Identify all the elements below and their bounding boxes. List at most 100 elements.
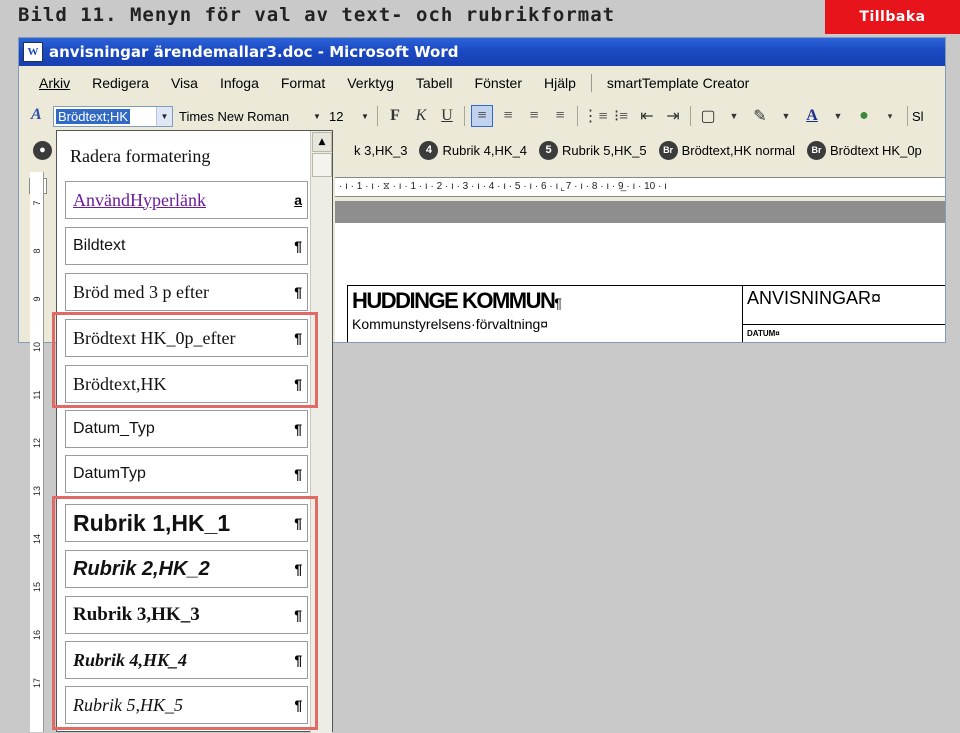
chevron-down-icon[interactable]: ▼ <box>357 107 373 126</box>
department-name: Kommunstyrelsens·förvaltning¤ <box>352 316 549 332</box>
chevron-down-icon[interactable]: ▼ <box>775 105 797 127</box>
size-combo[interactable]: 12 ▼ <box>327 106 373 127</box>
style-item-label: Brödtext,HK <box>73 373 167 394</box>
vruler-number: 12 <box>32 438 42 449</box>
decrease-indent-icon[interactable]: ⇤ <box>636 105 658 127</box>
vertical-ruler[interactable]: 7 8 9 10 11 12 13 14 15 16 17 <box>30 172 44 732</box>
style-shortcut-brodtext-normal[interactable]: Br Brödtext,HK normal <box>658 140 796 160</box>
globe-icon[interactable]: ● <box>853 105 875 127</box>
vruler-number: 8 <box>32 248 42 254</box>
style-combo[interactable]: Brödtext;HK ▼ <box>53 105 173 127</box>
scrollbar-thumb[interactable] <box>312 153 332 177</box>
style-item-brodtext-hk[interactable]: Brödtext,HK ¶ <box>65 365 308 403</box>
header-table: HUDDINGE KOMMUN¶ Kommunstyrelsens·förval… <box>347 285 945 342</box>
menu-verktyg[interactable]: Verktyg <box>336 75 405 91</box>
bold-button[interactable]: F <box>384 105 406 127</box>
paragraph-mark-icon: ¶ <box>294 561 302 577</box>
numbering-icon[interactable]: ⋮≡ <box>582 105 607 127</box>
highlight-icon[interactable]: ✎ <box>749 105 771 127</box>
increase-indent-icon[interactable]: ⇥ <box>662 105 684 127</box>
menu-smarttemplate[interactable]: smartTemplate Creator <box>596 75 760 91</box>
menu-infoga[interactable]: Infoga <box>209 75 270 91</box>
italic-button[interactable]: K <box>410 105 432 127</box>
body-text-icon: Br <box>807 140 827 160</box>
horizontal-ruler[interactable]: · ı · 1 · ı · ⧖ · ı · 1 · ı · 2 · ı · 3 … <box>335 177 945 197</box>
style-shortcut-label: Brödtext,HK normal <box>681 142 796 158</box>
document-page[interactable]: HUDDINGE KOMMUN¶ Kommunstyrelsens·förval… <box>335 223 945 342</box>
align-left-icon[interactable]: ≡ <box>471 105 493 127</box>
style-item-label: Rubrik 4,HK_4 <box>73 649 188 670</box>
style-item-rubrik5[interactable]: Rubrik 5,HK_5 ¶ <box>65 686 308 724</box>
style-shortcut-rubrik3[interactable]: k 3,HK_3 <box>354 143 407 158</box>
menu-visa[interactable]: Visa <box>160 75 209 91</box>
underline-button[interactable]: U <box>436 105 458 127</box>
chevron-down-icon[interactable]: ▼ <box>156 106 172 126</box>
back-button[interactable]: Tillbaka <box>825 0 960 34</box>
borders-icon[interactable]: ▢ <box>697 105 719 127</box>
font-combo-value: Times New Roman <box>179 108 290 124</box>
style-item-bildtext[interactable]: Bildtext ¶ <box>65 227 308 265</box>
menu-redigera[interactable]: Redigera <box>81 75 160 91</box>
vruler-number: 7 <box>32 200 42 206</box>
menu-fonster[interactable]: Fönster <box>464 75 533 91</box>
chevron-down-icon[interactable]: ▼ <box>723 105 745 127</box>
header-left-cell[interactable]: HUDDINGE KOMMUN¶ Kommunstyrelsens·förval… <box>348 286 743 342</box>
paragraph-mark-icon: ¶ <box>294 421 302 437</box>
style-item-datum-typ[interactable]: Datum_Typ ¶ <box>65 410 308 448</box>
heading-4-icon: 4 <box>419 140 439 160</box>
justify-icon[interactable]: ≡ <box>549 105 571 127</box>
style-item-label: Bröd med 3 p efter <box>73 281 209 302</box>
toolbar-separator <box>690 106 691 126</box>
chevron-down-icon[interactable]: ▼ <box>827 105 849 127</box>
style-item-radera[interactable]: Radera formatering <box>63 137 306 175</box>
toolbar-separator <box>464 106 465 126</box>
style-item-label: Brödtext HK_0p_efter <box>73 327 236 348</box>
menu-arkiv[interactable]: Arkiv <box>19 75 81 91</box>
style-item-label: DatumTyp <box>73 465 146 482</box>
page-margin-area <box>335 201 945 223</box>
toolbar-separator <box>577 106 578 126</box>
chevron-down-icon[interactable]: ▾ <box>879 105 901 127</box>
style-shortcut-label: k 3,HK_3 <box>354 142 408 158</box>
style-item-brodtext-0p-efter[interactable]: Brödtext HK_0p_efter ¶ <box>65 319 308 357</box>
style-item-rubrik1[interactable]: Rubrik 1,HK_1 ¶ <box>65 504 308 542</box>
pilcrow-mark: ¶ <box>554 295 562 311</box>
style-item-rubrik3[interactable]: Rubrik 3,HK_3 ¶ <box>65 596 308 634</box>
vruler-number: 14 <box>32 534 42 545</box>
vruler-number: 15 <box>32 582 42 593</box>
style-item-hyperlink[interactable]: AnvändHyperlänk a <box>65 181 308 219</box>
vruler-number: 10 <box>32 342 42 353</box>
vruler-number: 13 <box>32 486 42 497</box>
menu-hjalp[interactable]: Hjälp <box>533 75 587 91</box>
style-badge-icon[interactable]: ● <box>33 140 52 160</box>
formatting-toolbar: A Brödtext;HK ▼ Times New Roman ▼ 12 ▼ F… <box>19 102 945 130</box>
style-item-brod-3p[interactable]: Bröd med 3 p efter ¶ <box>65 273 308 311</box>
style-item-label: Rubrik 1,HK_1 <box>73 509 231 536</box>
font-combo[interactable]: Times New Roman ▼ <box>177 106 325 127</box>
style-item-rubrik4[interactable]: Rubrik 4,HK_4 ¶ <box>65 641 308 679</box>
paragraph-mark-icon: ¶ <box>294 697 302 713</box>
toolbar-separator <box>907 106 908 126</box>
align-center-icon[interactable]: ≡ <box>497 105 519 127</box>
body-text-icon: Br <box>658 140 678 160</box>
style-shortcut-brodtext-0p[interactable]: Br Brödtext HK_0p <box>807 140 922 160</box>
style-item-label: Rubrik 5,HK_5 <box>73 694 183 715</box>
align-right-icon[interactable]: ≡ <box>523 105 545 127</box>
dropdown-scrollbar[interactable]: ▲ <box>310 131 332 733</box>
style-shortcut-label: Rubrik 5,HK_5 <box>562 142 647 158</box>
bullets-icon[interactable]: ⁝≡ <box>610 105 632 127</box>
style-item-rubrik2[interactable]: Rubrik 2,HK_2 ¶ <box>65 550 308 588</box>
font-color-icon[interactable]: A <box>801 105 823 127</box>
style-shortcut-rubrik4[interactable]: 4 Rubrik 4,HK_4 <box>419 140 527 160</box>
menu-format[interactable]: Format <box>270 75 336 91</box>
style-shortcut-rubrik5[interactable]: 5 Rubrik 5,HK_5 <box>539 140 647 160</box>
paragraph-mark-icon: ¶ <box>294 515 302 531</box>
chevron-down-icon[interactable]: ▼ <box>309 107 325 126</box>
scroll-up-icon[interactable]: ▲ <box>312 132 332 152</box>
style-item-label: Datum_Typ <box>73 420 155 437</box>
style-item-datumtyp[interactable]: DatumTyp ¶ <box>65 455 308 493</box>
menu-tabell[interactable]: Tabell <box>405 75 464 91</box>
style-dropdown-list[interactable]: ▲ Radera formatering AnvändHyperlänk a B… <box>56 130 333 733</box>
header-right-cell[interactable]: ANVISNINGAR¤ DATUM¤ <box>743 286 945 342</box>
styles-pane-icon[interactable]: A <box>31 106 53 126</box>
